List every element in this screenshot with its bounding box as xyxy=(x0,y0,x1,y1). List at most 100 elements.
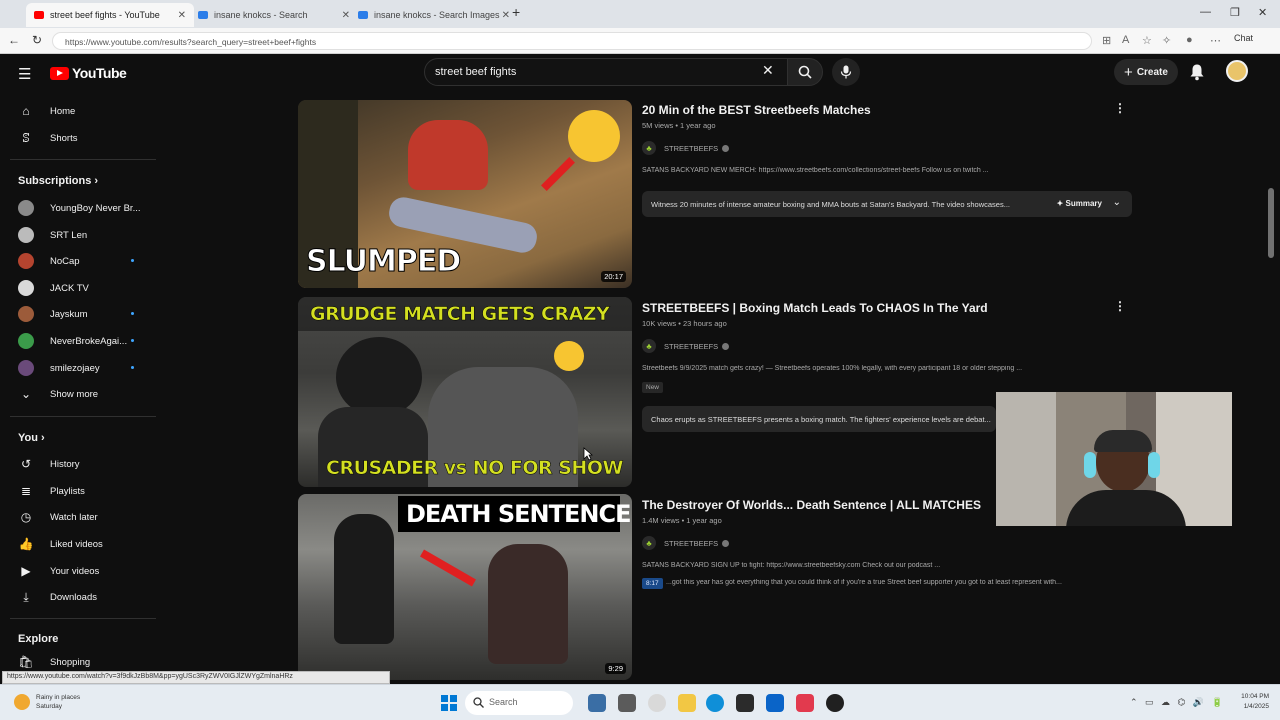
music-icon[interactable] xyxy=(796,694,814,712)
channel-link[interactable]: ♣ STREETBEEFS xyxy=(642,141,730,155)
video-title[interactable]: The Destroyer Of Worlds... Death Sentenc… xyxy=(642,498,981,512)
status-url-tooltip: https://www.youtube.com/watch?v=3f9dkJzB… xyxy=(2,671,390,684)
video-thumbnail[interactable]: SLUMPED 20:17 xyxy=(298,100,632,288)
close-tab-icon[interactable]: ✕ xyxy=(178,10,186,21)
channel-avatar: ♣ xyxy=(642,141,656,155)
close-tab-icon[interactable]: ✕ xyxy=(502,10,510,21)
file-explorer-icon[interactable] xyxy=(678,694,696,712)
tab-title: insane knokcs - Search xyxy=(214,10,308,20)
sidebar-item-subscription[interactable]: NoCap xyxy=(0,248,158,274)
extensions-icon[interactable]: ✧ xyxy=(1162,34,1171,47)
channel-link[interactable]: ♣ STREETBEEFS xyxy=(642,339,730,353)
summary-text: Chaos erupts as STREETBEEFS presents a b… xyxy=(651,415,991,424)
sidebar-item-subscription[interactable]: smilezojaey xyxy=(0,355,158,381)
taskbar-search[interactable]: Search xyxy=(465,691,573,715)
sidebar-item-subscription[interactable]: YoungBoy Never Br... xyxy=(0,195,158,221)
sidebar-item-subscription[interactable]: JACK TV xyxy=(0,275,158,301)
sidebar-item-home[interactable]: ⌂ Home xyxy=(0,98,158,124)
weather-icon xyxy=(14,694,30,710)
video-thumbnail[interactable]: DEATH SENTENCE 9:29 xyxy=(298,494,632,680)
sidebar-item-label: Watch later xyxy=(50,511,98,523)
taskbar-search-label: Search xyxy=(489,697,518,707)
minimize-icon[interactable]: — xyxy=(1200,6,1211,18)
video-description: SATANS BACKYARD NEW MERCH: https://www.s… xyxy=(642,167,989,174)
maximize-icon[interactable]: ❐ xyxy=(1230,6,1240,19)
search-button[interactable] xyxy=(787,58,823,86)
sidebar-item-shorts[interactable]: ꕷ Shorts xyxy=(0,125,158,151)
plus-icon: + xyxy=(1124,63,1133,81)
chevron-down-icon[interactable]: ⌄ xyxy=(1113,197,1121,208)
system-tray[interactable]: ⌃ ▭ ☁ ⌬ 🔊 🔋 xyxy=(1130,697,1223,708)
sidebar-item-your-videos[interactable]: ▶ Your videos xyxy=(0,558,158,584)
chrome-icon[interactable] xyxy=(648,694,666,712)
show-more-button[interactable]: ⌄ Show more xyxy=(0,381,158,407)
weather-widget[interactable]: Rainy in places Saturday xyxy=(14,693,80,711)
channel-link[interactable]: ♣ STREETBEEFS xyxy=(642,536,730,550)
store-icon[interactable] xyxy=(736,694,754,712)
address-bar[interactable]: https://www.youtube.com/results?search_q… xyxy=(52,32,1092,50)
sidebar-item-watch-later[interactable]: ◷ Watch later xyxy=(0,504,158,530)
page-scrollbar[interactable] xyxy=(1268,188,1274,258)
sidebar-item-label: Shopping xyxy=(50,656,91,668)
voice-search-button[interactable] xyxy=(832,58,860,86)
favorite-icon[interactable]: ☆ xyxy=(1142,34,1152,47)
close-tab-icon[interactable]: ✕ xyxy=(342,10,350,21)
sidebar-item-label: History xyxy=(50,458,80,470)
more-actions-icon[interactable]: ⋮ xyxy=(1114,299,1126,313)
shorts-icon: ꕷ xyxy=(22,130,30,145)
clock-time: 10:04 PM xyxy=(1241,693,1269,700)
new-tab-button[interactable]: + xyxy=(512,4,520,20)
sidebar-divider xyxy=(10,416,156,417)
ai-summary-box[interactable]: Chaos erupts as STREETBEEFS presents a b… xyxy=(642,406,996,432)
refresh-icon[interactable]: ↻ xyxy=(32,33,42,47)
account-avatar[interactable] xyxy=(1226,60,1248,82)
subscriptions-heading[interactable]: Subscriptions › xyxy=(18,175,98,187)
sidebar-item-label: NoCap xyxy=(50,255,80,267)
back-icon[interactable]: ← xyxy=(8,33,20,47)
fighter-head xyxy=(336,337,422,417)
apps-icon[interactable]: ⊞ xyxy=(1102,34,1111,47)
sidebar-item-downloads[interactable]: ⤓ Downloads xyxy=(0,584,158,610)
notifications-bell-icon[interactable] xyxy=(1189,63,1205,81)
browser-tab-youtube[interactable]: street beef fights - YouTube ✕ xyxy=(26,3,194,27)
chapter-chip[interactable]: 8:17 xyxy=(642,578,663,589)
obs-icon[interactable] xyxy=(826,694,844,712)
clear-search-icon[interactable]: ✕ xyxy=(762,62,774,79)
create-button[interactable]: + Create xyxy=(1114,59,1178,85)
browser-tab-search[interactable]: insane knokcs - Search ✕ xyxy=(190,3,358,27)
task-view-icon[interactable] xyxy=(618,694,636,712)
read-aloud-icon[interactable]: A xyxy=(1122,34,1129,46)
sidebar-item-label: Jayskum xyxy=(50,308,88,320)
sidebar-item-subscription[interactable]: NeverBrokeAgai... xyxy=(0,328,158,354)
widgets-icon[interactable] xyxy=(588,694,606,712)
video-title[interactable]: STREETBEEFS | Boxing Match Leads To CHAO… xyxy=(642,301,988,315)
search-input[interactable]: street beef fights xyxy=(424,58,788,86)
edge-icon[interactable] xyxy=(706,694,724,712)
close-window-icon[interactable]: ✕ xyxy=(1258,6,1267,19)
clock[interactable]: 10:04 PM 1/4/2025 xyxy=(1233,692,1269,712)
sidebar-item-playlists[interactable]: ≣ Playlists xyxy=(0,478,158,504)
mail-icon[interactable] xyxy=(766,694,784,712)
weather-line2: Saturday xyxy=(36,703,63,710)
copilot-button[interactable]: Chat xyxy=(1234,33,1253,43)
playlists-icon: ≣ xyxy=(20,484,32,498)
video-description: Streetbeefs 9/9/2025 match gets crazy! —… xyxy=(642,365,1023,372)
you-heading[interactable]: You › xyxy=(18,432,45,444)
youtube-logo[interactable]: YouTube xyxy=(50,65,127,81)
video-title[interactable]: 20 Min of the BEST Streetbeefs Matches xyxy=(642,103,871,117)
ai-summary-box[interactable]: Witness 20 minutes of intense amateur bo… xyxy=(642,191,1132,217)
sidebar-item-subscription[interactable]: SRT Len xyxy=(0,222,158,248)
browser-tab-images[interactable]: insane knokcs - Search Images ✕ xyxy=(350,3,518,27)
sidebar-item-liked-videos[interactable]: 👍 Liked videos xyxy=(0,531,158,557)
menu-icon[interactable]: ⋯ xyxy=(1210,34,1221,47)
profile-icon[interactable]: ● xyxy=(1186,34,1193,46)
more-actions-icon[interactable]: ⋮ xyxy=(1114,101,1126,115)
windows-start-icon[interactable] xyxy=(441,695,457,711)
video-thumbnail[interactable]: GRUDGE MATCH GETS CRAZY CRUSADER vs NO F… xyxy=(298,297,632,487)
sidebar-item-subscription[interactable]: Jayskum xyxy=(0,301,158,327)
sidebar-item-history[interactable]: ↺ History xyxy=(0,451,158,477)
sidebar-divider xyxy=(10,159,156,160)
summary-button[interactable]: ✦ Summary xyxy=(1057,199,1102,208)
youtube-wordmark: YouTube xyxy=(72,65,127,81)
hamburger-menu-icon[interactable]: ☰ xyxy=(18,65,31,83)
